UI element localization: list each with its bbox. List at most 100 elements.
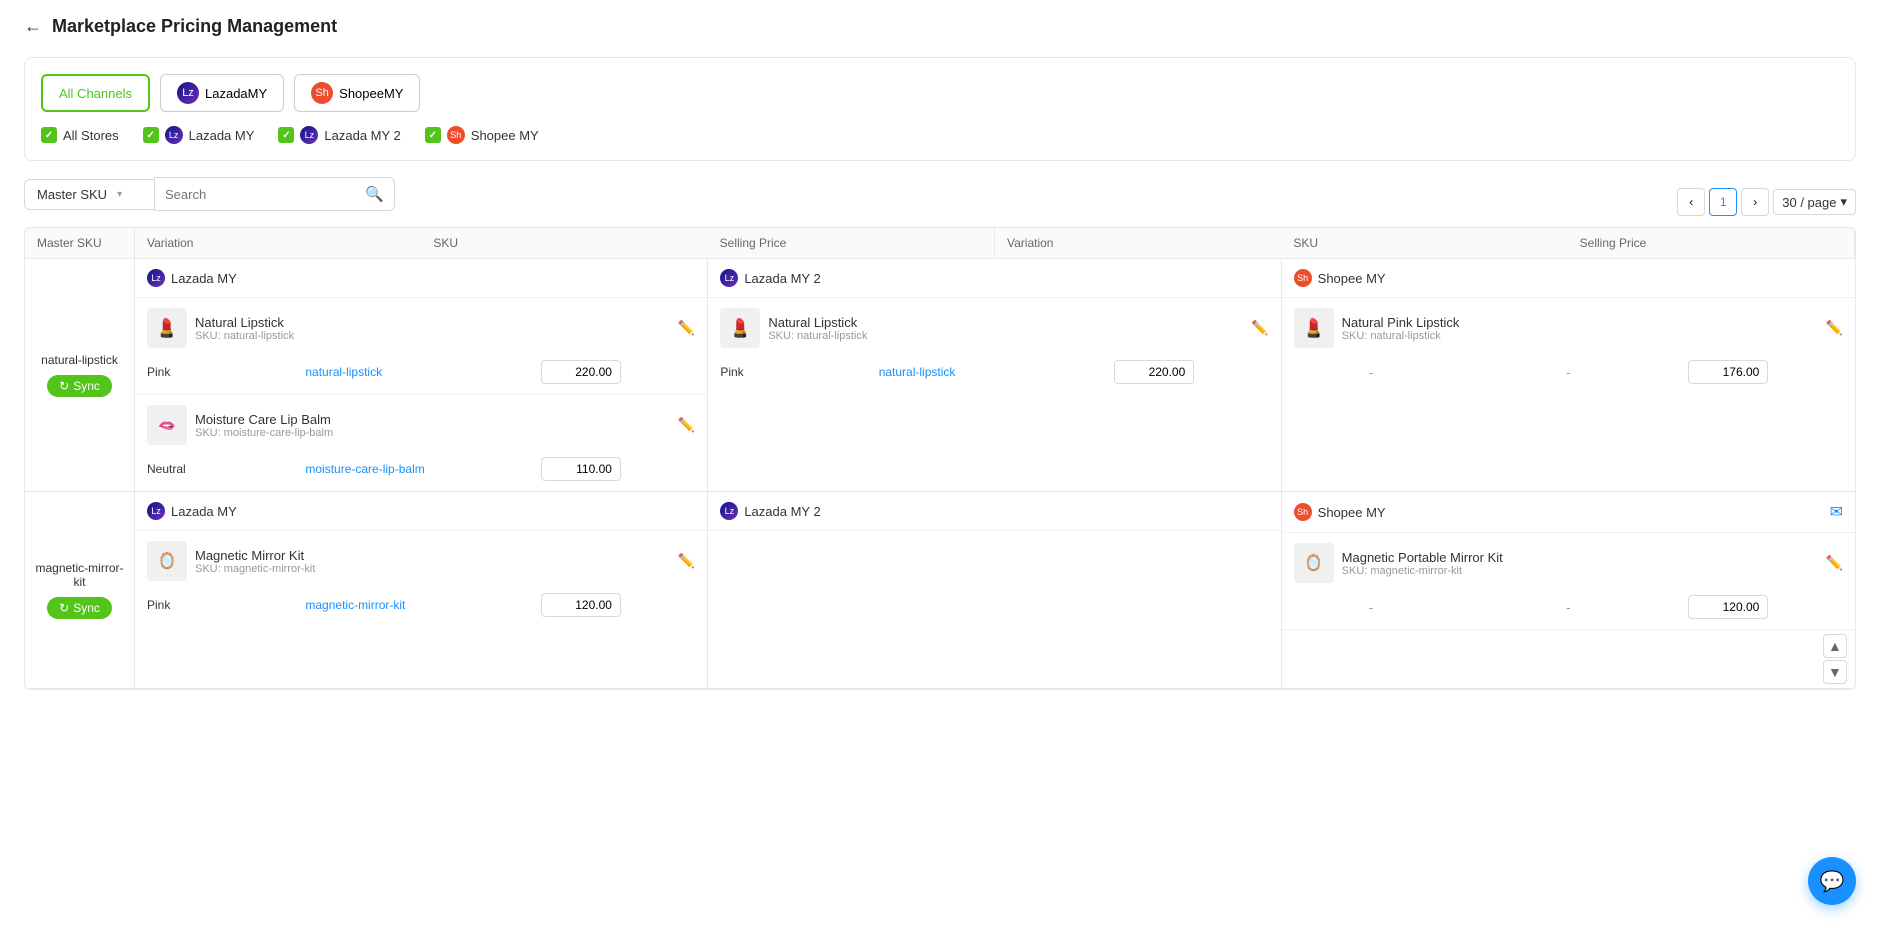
sync-icon-2: ↻ [59, 601, 69, 615]
product-name: Natural Lipstick [195, 315, 294, 330]
search-button[interactable]: 🔍 [355, 178, 394, 210]
next-page-button[interactable]: › [1741, 188, 1769, 216]
table-row-2: magnetic-mirror-kit ↻ Sync Lz Lazada MY [25, 492, 1855, 689]
product-block-2: 🫦 Moisture Care Lip Balm SKU: moisture-c… [135, 395, 707, 491]
variation-label-2: Neutral [147, 462, 301, 476]
col-group-headers: Master SKU Variation SKU Selling Price V… [25, 228, 1855, 259]
variation-label-lazada2: Pink [720, 365, 874, 379]
chevron-down-icon: ▾ [117, 189, 122, 200]
page-title: Marketplace Pricing Management [52, 16, 337, 37]
scroll-down-button[interactable]: ▼ [1823, 660, 1847, 684]
sku-dropdown-label: Master SKU [37, 187, 107, 202]
prev-page-button[interactable]: ‹ [1677, 188, 1705, 216]
lazada-my2-r2-icon: Lz [720, 502, 738, 520]
lazada-channel-icon: Lz [177, 82, 199, 104]
channel-tab-shopee[interactable]: Sh ShopeeMY [294, 74, 420, 112]
product-name-shopee: Natural Pink Lipstick [1342, 315, 1460, 330]
edit-mirror-lazada-button[interactable]: ✏️ [678, 553, 695, 570]
back-button[interactable]: ← [24, 16, 42, 37]
product-text: Natural Lipstick SKU: natural-lipstick [195, 315, 294, 342]
product-name-2: Moisture Care Lip Balm [195, 412, 333, 427]
price-input[interactable] [541, 360, 621, 384]
edit-product-button[interactable]: ✏️ [678, 320, 695, 337]
page-container: ← Marketplace Pricing Management All Cha… [0, 0, 1880, 929]
master-sku-label: natural-lipstick [41, 353, 118, 367]
product-name-mirror-shopee: Magnetic Portable Mirror Kit [1342, 550, 1503, 565]
product-text-2: Moisture Care Lip Balm SKU: moisture-car… [195, 412, 333, 439]
th-sku-2: SKU [1281, 228, 1567, 258]
store-col-lazada-my: Lz Lazada MY 💄 Natural Lipstick SKU: nat… [135, 259, 708, 491]
price-input-shopee[interactable] [1688, 360, 1768, 384]
variation-label-shopee: - [1294, 365, 1449, 380]
store-icon-shopee-my: Sh [447, 126, 465, 144]
toolbar: Master SKU ▾ 🔍 ‹ 1 › 30 / page ▾ [24, 177, 1856, 227]
chat-fab-button[interactable]: 💬 [1808, 857, 1856, 905]
product-name-lazada2: Natural Lipstick [768, 315, 867, 330]
product-text-mirror-lazada: Magnetic Mirror Kit SKU: magnetic-mirror… [195, 548, 315, 575]
product-block-shopee: 💄 Natural Pink Lipstick SKU: natural-lip… [1282, 298, 1855, 394]
store-header-lazada-my2: Lz Lazada MY 2 [708, 259, 1280, 298]
store-col-shopee-my-r2: Sh Shopee MY ✉ 🪞 Magnetic Portable Mirro… [1282, 492, 1855, 688]
sync-button-magnetic-mirror[interactable]: ↻ Sync [47, 597, 112, 619]
product-thumb-mirror: 🪞 [147, 541, 187, 581]
edit-mirror-shopee-button[interactable]: ✏️ [1826, 555, 1843, 572]
product-thumb-lazada2: 💄 [720, 308, 760, 348]
product-thumb: 💄 [147, 308, 187, 348]
scroll-up-button[interactable]: ▲ [1823, 634, 1847, 658]
product-sku-mirror-lazada: SKU: magnetic-mirror-kit [195, 563, 315, 575]
product-info-lazada2: 💄 Natural Lipstick SKU: natural-lipstick… [720, 308, 1268, 348]
store-check-shopee-my[interactable] [425, 127, 441, 143]
sync-label: Sync [73, 379, 100, 393]
sku-dropdown[interactable]: Master SKU ▾ [24, 179, 154, 210]
price-input-lazada2[interactable] [1114, 360, 1194, 384]
variation-label-mirror-shopee: - [1294, 600, 1449, 615]
edit-product-2-button[interactable]: ✏️ [678, 417, 695, 434]
product-name-mirror-lazada: Magnetic Mirror Kit [195, 548, 315, 563]
shopee-my-store-name: Shopee MY [1318, 271, 1386, 286]
edit-product-lazada2-button[interactable]: ✏️ [1251, 320, 1268, 337]
channel-tab-lazada-label: LazadaMY [205, 86, 267, 101]
product-thumb-shopee: 💄 [1294, 308, 1334, 348]
store-label-all: All Stores [63, 128, 119, 143]
store-label-lazada-my: Lazada MY [189, 128, 255, 143]
channel-tabs: All Channels Lz LazadaMY Sh ShopeeMY [41, 74, 1839, 112]
th-price-2: Selling Price [1568, 228, 1854, 258]
current-page-button[interactable]: 1 [1709, 188, 1737, 216]
price-input-mirror-lazada[interactable] [541, 593, 621, 617]
channel-tab-all[interactable]: All Channels [41, 74, 150, 112]
email-icon-button[interactable]: ✉ [1830, 502, 1843, 522]
store-header-lazada-my-r2: Lz Lazada MY [135, 492, 707, 531]
channel-tab-lazada[interactable]: Lz LazadaMY [160, 74, 284, 112]
store-header-shopee-my: Sh Shopee MY [1282, 259, 1855, 298]
product-block-mirror-lazada: 🪞 Magnetic Mirror Kit SKU: magnetic-mirr… [135, 531, 707, 627]
page-size-select[interactable]: 30 / page ▾ [1773, 189, 1856, 215]
lazada-my-r2-name: Lazada MY [171, 504, 237, 519]
th-group-store1: Variation SKU Selling Price [135, 228, 995, 258]
search-bar: Master SKU ▾ 🔍 [24, 177, 395, 211]
edit-product-shopee-button[interactable]: ✏️ [1826, 320, 1843, 337]
variation-sku-2: moisture-care-lip-balm [305, 462, 537, 476]
shopee-my-store-icon: Sh [1294, 269, 1312, 287]
channels-section: All Channels Lz LazadaMY Sh ShopeeMY All… [24, 57, 1856, 161]
search-input[interactable] [155, 180, 355, 209]
th-variation-2: Variation [995, 228, 1281, 258]
price-input-mirror-shopee[interactable] [1688, 595, 1768, 619]
sync-button-natural-lipstick[interactable]: ↻ Sync [47, 375, 112, 397]
product-text-mirror-shopee: Magnetic Portable Mirror Kit SKU: magnet… [1342, 550, 1503, 577]
row-master-magnetic-mirror: magnetic-mirror-kit ↻ Sync [25, 492, 135, 688]
lazada-my2-store-icon: Lz [720, 269, 738, 287]
store-check-all[interactable] [41, 127, 57, 143]
row-stores-natural-lipstick: Lz Lazada MY 💄 Natural Lipstick SKU: nat… [135, 259, 1855, 491]
price-input-2[interactable] [541, 457, 621, 481]
store-header-lazada-my2-r2: Lz Lazada MY 2 [708, 492, 1280, 531]
page-header: ← Marketplace Pricing Management [24, 16, 1856, 37]
product-text-shopee: Natural Pink Lipstick SKU: natural-lipst… [1342, 315, 1460, 342]
product-info-mirror-shopee: 🪞 Magnetic Portable Mirror Kit SKU: magn… [1294, 543, 1843, 583]
variation-sku-mirror-lazada: magnetic-mirror-kit [305, 598, 537, 612]
store-check-lazada-my[interactable] [143, 127, 159, 143]
store-check-lazada-my2[interactable] [278, 127, 294, 143]
product-block-lazada2: 💄 Natural Lipstick SKU: natural-lipstick… [708, 298, 1280, 394]
th-variation-1: Variation [135, 228, 421, 258]
variation-sku-shopee: - [1452, 365, 1684, 380]
row-stores-magnetic: Lz Lazada MY 🪞 Magnetic Mirror Kit SKU: … [135, 492, 1855, 688]
